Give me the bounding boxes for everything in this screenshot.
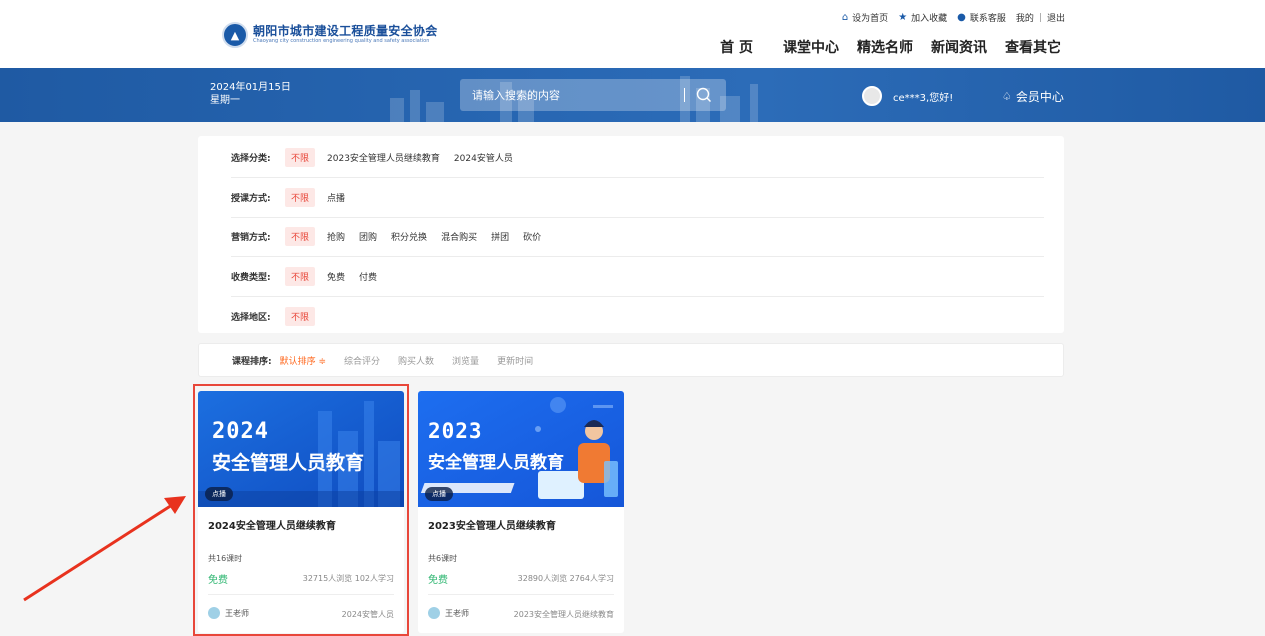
filter-option[interactable]: 付费 <box>359 270 377 283</box>
sort-purchases[interactable]: 购买人数 <box>398 354 434 367</box>
delivery-badge: 点播 <box>425 487 453 501</box>
thumb-year: 2023 <box>428 419 483 443</box>
filter-option-any[interactable]: 不限 <box>285 188 316 207</box>
lesson-count: 共6课时 <box>428 554 458 563</box>
filter-option[interactable]: 混合购买 <box>441 230 477 243</box>
filter-row-teaching-mode: 授课方式: 不限 点播 <box>231 178 1044 218</box>
course-category: 2023安全管理人员继续教育 <box>513 610 614 619</box>
filter-option[interactable]: 拼团 <box>491 230 509 243</box>
filter-option[interactable]: 抢购 <box>327 230 345 243</box>
top-header: ▲ 朝阳市城市建设工程质量安全协会 Chaoyang city construc… <box>0 0 1265 68</box>
course-card[interactable]: 2023 安全管理人员教育 点播 2023安全管理人员继续教育 共6课时 免费 … <box>418 391 624 633</box>
search-icon[interactable] <box>696 87 712 103</box>
bell-icon: ♤ <box>1002 90 1012 103</box>
nav-classroom-center[interactable]: 课堂中心 <box>783 37 839 57</box>
filter-label: 授课方式: <box>231 194 271 204</box>
filter-option[interactable]: 砍价 <box>523 230 541 243</box>
filter-label: 收费类型: <box>231 273 271 283</box>
filter-option-any[interactable]: 不限 <box>285 306 316 326</box>
nav-home[interactable]: 首 页 <box>720 37 753 57</box>
filter-label: 选择分类: <box>231 154 271 164</box>
sort-bar: 课程排序: 默认排序 ≑ 综合评分 购买人数 浏览量 更新时间 <box>198 343 1064 377</box>
sort-label: 课程排序: <box>232 356 272 367</box>
contact-service-link[interactable]: ● 联系客服 <box>957 11 1006 24</box>
filter-label: 选择地区: <box>231 312 271 323</box>
filter-option-any[interactable]: 不限 <box>285 267 316 286</box>
filter-row-region: 选择地区: 不限 <box>231 296 1044 336</box>
star-icon: ★ <box>898 12 908 23</box>
filter-label: 营销方式: <box>231 233 271 243</box>
annotation-highlight-box <box>193 384 409 636</box>
logo-chinese-name: 朝阳市城市建设工程质量安全协会 <box>253 24 438 38</box>
nav-news[interactable]: 新闻资讯 <box>931 37 987 57</box>
filter-option[interactable]: 积分兑换 <box>391 230 427 243</box>
filter-option[interactable]: 2023安全管理人员继续教育 <box>327 151 440 164</box>
nav-featured-teachers[interactable]: 精选名师 <box>857 37 913 57</box>
logo-english-name: Chaoyang city construction engineering q… <box>253 38 430 44</box>
sort-rating[interactable]: 综合评分 <box>344 354 380 367</box>
nav-more[interactable]: 查看其它 <box>1005 37 1061 57</box>
search-divider <box>684 88 685 102</box>
user-avatar[interactable] <box>862 86 882 106</box>
logout-link[interactable]: 退出 <box>1047 11 1065 24</box>
course-thumbnail[interactable]: 2023 安全管理人员教育 点播 <box>418 391 624 507</box>
filter-row-category: 选择分类: 不限 2023安全管理人员继续教育 2024安管人员 <box>231 138 1044 178</box>
card-divider <box>428 594 614 595</box>
filter-row-fee-type: 收费类型: 不限 免费 付费 <box>231 257 1044 297</box>
my-link[interactable]: 我的 <box>1016 11 1034 24</box>
member-center-link[interactable]: ♤ 会员中心 <box>1002 88 1064 105</box>
association-emblem-icon: ▲ <box>222 22 248 48</box>
user-greeting[interactable]: ce***3,您好! <box>862 86 953 106</box>
set-home-link[interactable]: ⌂ 设为首页 <box>842 11 888 24</box>
course-price: 免费 <box>428 575 448 586</box>
filter-option-any[interactable]: 不限 <box>285 148 316 167</box>
add-favorite-link[interactable]: ★ 加入收藏 <box>898 11 947 24</box>
course-title[interactable]: 2023安全管理人员继续教育 <box>428 517 556 532</box>
teacher-avatar <box>428 607 440 619</box>
link-separator: | <box>1038 12 1042 23</box>
course-stats: 32890人浏览 2764人学习 <box>517 574 614 583</box>
sort-default[interactable]: 默认排序 ≑ <box>280 354 326 367</box>
current-date: 2024年01月15日 星期一 <box>210 82 291 106</box>
search-banner: 2024年01月15日 星期一 ce***3,您好! ♤ 会员中心 <box>0 68 1265 122</box>
home-icon: ⌂ <box>841 12 849 23</box>
main-nav: 首 页 课堂中心 精选名师 新闻资讯 查看其它 <box>720 37 1061 57</box>
sort-views[interactable]: 浏览量 <box>452 354 479 367</box>
filter-option-any[interactable]: 不限 <box>285 227 316 246</box>
site-logo[interactable]: ▲ 朝阳市城市建设工程质量安全协会 Chaoyang city construc… <box>222 22 438 48</box>
filter-row-marketing: 营销方式: 不限 抢购 团购 积分兑换 混合购买 拼团 砍价 <box>231 217 1044 257</box>
teacher-name: 王老师 <box>445 608 469 618</box>
filter-option[interactable]: 2024安管人员 <box>454 151 513 164</box>
sort-updated[interactable]: 更新时间 <box>497 354 533 367</box>
filter-option[interactable]: 免费 <box>327 270 345 283</box>
filter-option[interactable]: 点播 <box>327 191 345 204</box>
top-links: ⌂ 设为首页 ★ 加入收藏 ● 联系客服 我的 | 退出 <box>832 11 1065 24</box>
search-input[interactable] <box>472 79 672 111</box>
filter-panel: 选择分类: 不限 2023安全管理人员继续教育 2024安管人员 授课方式: 不… <box>198 136 1064 333</box>
customer-service-icon: ● <box>957 12 966 23</box>
thumb-title: 安全管理人员教育 <box>428 453 564 473</box>
filter-option[interactable]: 团购 <box>359 230 377 243</box>
teacher-info[interactable]: 王老师 <box>428 607 469 619</box>
search-box <box>460 79 726 111</box>
